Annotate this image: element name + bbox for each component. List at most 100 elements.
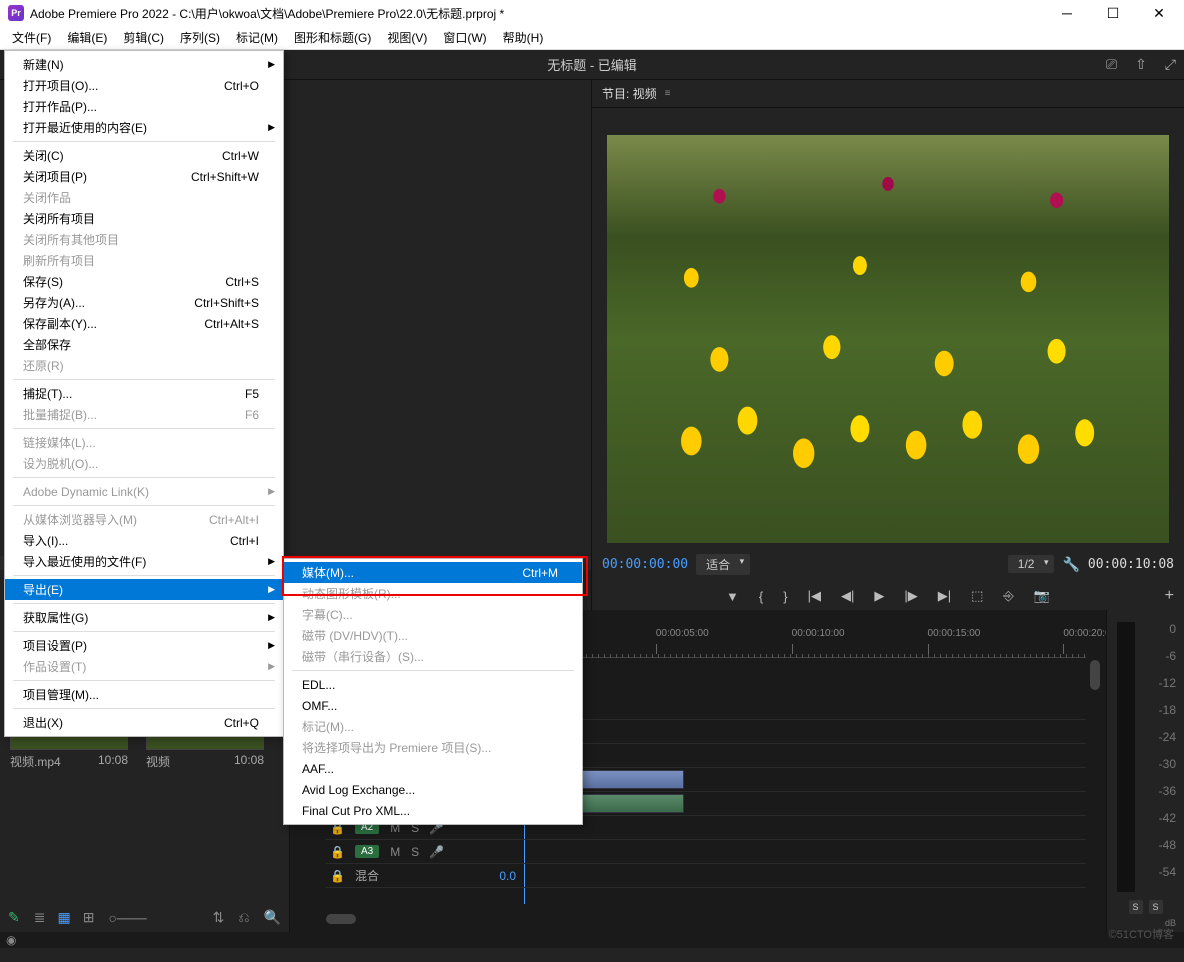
file-menu-item[interactable]: 打开项目(O)...Ctrl+O [5, 75, 283, 96]
cloud-sync-icon[interactable]: ◉ [6, 933, 16, 947]
file-menu-item[interactable]: 另存为(A)...Ctrl+Shift+S [5, 292, 283, 313]
mark-out-icon[interactable]: } [783, 589, 787, 604]
file-menu-item[interactable]: 打开作品(P)... [5, 96, 283, 117]
file-menu-item[interactable]: 关闭项目(P)Ctrl+Shift+W [5, 166, 283, 187]
file-menu-item: 关闭所有其他项目 [5, 229, 283, 250]
file-menu-item[interactable]: 捕捉(T)...F5 [5, 383, 283, 404]
export-menu-item[interactable]: 媒体(M)...Ctrl+M [284, 562, 582, 583]
fullscreen-icon[interactable]: ⤢ [1165, 56, 1176, 73]
add-marker-icon[interactable]: ▼ [726, 589, 739, 604]
timeline-scrollbar-h[interactable] [326, 914, 1086, 924]
lock-icon[interactable]: 🔒 [330, 845, 345, 859]
automate-icon[interactable]: ⎌ [238, 909, 249, 926]
extract-icon[interactable]: ⎆ [1003, 588, 1013, 604]
meter-tick: 0 [1169, 622, 1176, 636]
meter-tick: -24 [1159, 730, 1176, 744]
file-menu-item[interactable]: 导出(E)▶ [5, 579, 283, 600]
mix-value[interactable]: 0.0 [499, 869, 516, 883]
program-monitor[interactable] [607, 135, 1169, 543]
file-menu-item[interactable]: 保存副本(Y)...Ctrl+Alt+S [5, 313, 283, 334]
export-menu-item: 字幕(C)... [284, 604, 582, 625]
file-menu-item[interactable]: 退出(X)Ctrl+Q [5, 712, 283, 733]
solo-button[interactable]: S [409, 845, 421, 859]
list-view-icon[interactable]: ≣ [34, 909, 46, 926]
ruler-tick: 00:00:10:00 [792, 628, 845, 639]
file-menu-item[interactable]: 项目设置(P)▶ [5, 635, 283, 656]
mute-button[interactable]: M [389, 845, 401, 859]
program-panel: 节目: 视频 ≡ 00:00:00:00 适合 1/2 🔧 00:00:10:0… [592, 80, 1184, 610]
watermark: ©51CTO博客 [1109, 926, 1174, 942]
icon-view-icon[interactable]: ▦ [57, 909, 70, 926]
file-menu-item: 批量捕捉(B)...F6 [5, 404, 283, 425]
go-to-out-icon[interactable]: ▶| [938, 588, 951, 604]
export-menu-item: 将选择项导出为 Premiere 项目(S)... [284, 737, 582, 758]
file-menu-item[interactable]: 项目管理(M)... [5, 684, 283, 705]
export-menu-item[interactable]: EDL... [284, 674, 582, 695]
meter-tick: -18 [1159, 703, 1176, 717]
file-menu-item[interactable]: 新建(N)▶ [5, 54, 283, 75]
file-menu-item[interactable]: 保存(S)Ctrl+S [5, 271, 283, 292]
export-submenu: 媒体(M)...Ctrl+M动态图形模板(R)...字幕(C)...磁带 (DV… [283, 558, 583, 825]
mic-icon[interactable]: 🎤 [429, 845, 444, 859]
minimize-button[interactable]: ─ [1044, 0, 1090, 26]
file-menu-item[interactable]: 关闭(C)Ctrl+W [5, 145, 283, 166]
lock-icon[interactable]: 🔒 [330, 869, 345, 883]
menu-graphics[interactable]: 图形和标题(G) [286, 27, 379, 48]
freeform-view-icon[interactable]: ⊞ [83, 909, 95, 926]
menu-help[interactable]: 帮助(H) [495, 27, 552, 48]
file-menu-item[interactable]: 导入(I)...Ctrl+I [5, 530, 283, 551]
file-menu-item[interactable]: 导入最近使用的文件(F)▶ [5, 551, 283, 572]
find-icon[interactable]: 🔍 [264, 909, 281, 926]
solo-button-left[interactable]: S [1129, 900, 1143, 914]
timeline-ruler[interactable]: 00:00:05:00 00:00:10:00 00:00:15:00 00:0… [520, 628, 1086, 658]
file-menu-item[interactable]: 全部保存 [5, 334, 283, 355]
export-menu-item[interactable]: OMF... [284, 695, 582, 716]
export-share-icon[interactable]: ⇧ [1135, 56, 1147, 73]
export-menu-item[interactable]: Avid Log Exchange... [284, 779, 582, 800]
file-menu-item[interactable]: 获取属性(G)▶ [5, 607, 283, 628]
resolution-dropdown[interactable]: 1/2 [1008, 555, 1055, 573]
menu-view[interactable]: 视图(V) [379, 27, 435, 48]
mark-in-icon[interactable]: { [759, 589, 763, 604]
settings-icon[interactable]: 🔧 [1062, 556, 1079, 573]
menu-file[interactable]: 文件(F) [4, 27, 59, 48]
menu-sequence[interactable]: 序列(S) [172, 27, 228, 48]
write-icon[interactable]: ✎ [8, 909, 20, 926]
zoom-slider-icon[interactable]: ○─── [108, 910, 146, 926]
file-menu-item[interactable]: 打开最近使用的内容(E)▶ [5, 117, 283, 138]
meter-tick: -54 [1159, 865, 1176, 879]
menubar: 文件(F) 编辑(E) 剪辑(C) 序列(S) 标记(M) 图形和标题(G) 视… [0, 26, 1184, 50]
menu-window[interactable]: 窗口(W) [435, 27, 494, 48]
program-panel-title: 节目: 视频 [602, 85, 657, 102]
export-frame-icon[interactable]: 📷 [1034, 588, 1050, 604]
sort-icon[interactable]: ⇅ [213, 909, 225, 926]
step-forward-icon[interactable]: |▶ [904, 588, 917, 604]
track-label[interactable]: A3 [355, 845, 379, 858]
menu-clip[interactable]: 剪辑(C) [115, 27, 172, 48]
export-menu-item[interactable]: Final Cut Pro XML... [284, 800, 582, 821]
menu-markers[interactable]: 标记(M) [228, 27, 286, 48]
close-button[interactable]: ✕ [1136, 0, 1182, 26]
lift-icon[interactable]: ⬚ [971, 588, 983, 604]
clip-name: 视频.mp4 [10, 753, 61, 770]
panel-menu-icon[interactable]: ≡ [665, 88, 671, 99]
maximize-button[interactable]: ☐ [1090, 0, 1136, 26]
program-timecode-right: 00:00:10:08 [1088, 557, 1174, 572]
play-icon[interactable]: ▶ [874, 588, 884, 604]
file-menu-item: 链接媒体(L)... [5, 432, 283, 453]
menu-edit[interactable]: 编辑(E) [59, 27, 115, 48]
export-menu-item[interactable]: AAF... [284, 758, 582, 779]
timeline-scrollbar-v[interactable] [1090, 660, 1100, 902]
program-timecode-left[interactable]: 00:00:00:00 [602, 557, 688, 572]
track-content[interactable]: 视频.mp4 [520, 660, 1086, 888]
ruler-tick: 00:00:05:00 [656, 628, 709, 639]
solo-button-right[interactable]: S [1149, 900, 1163, 914]
go-to-in-icon[interactable]: |◀ [808, 588, 821, 604]
button-editor-icon[interactable]: + [1165, 587, 1174, 605]
workspace-overflow-icon[interactable]: ⎚ [1106, 56, 1117, 73]
file-menu-item: Adobe Dynamic Link(K)▶ [5, 481, 283, 502]
zoom-fit-dropdown[interactable]: 适合 [696, 554, 750, 575]
step-back-icon[interactable]: ◀| [841, 588, 854, 604]
file-menu-item[interactable]: 关闭所有项目 [5, 208, 283, 229]
meter-tick: -48 [1159, 838, 1176, 852]
